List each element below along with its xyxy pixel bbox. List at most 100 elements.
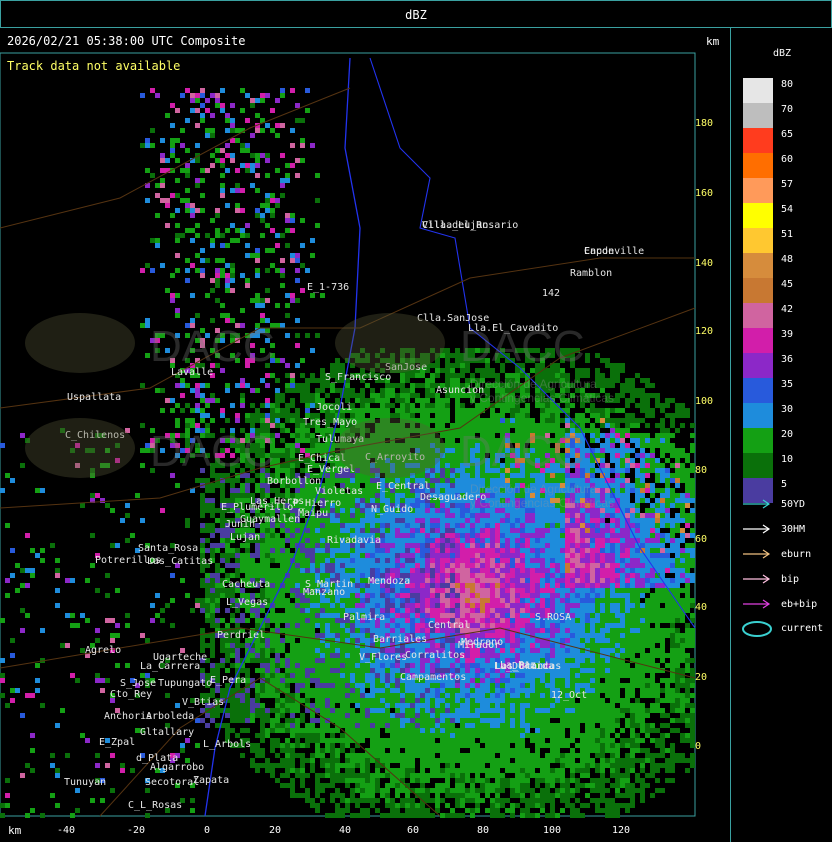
place-label: V_Btias <box>182 697 224 708</box>
place-label: Manzano <box>303 587 345 598</box>
current-legend-label: current <box>781 623 824 634</box>
y-tick-label: 180 <box>695 118 714 129</box>
legend-value: 65 <box>781 129 794 140</box>
y-tick-label: 160 <box>695 188 714 199</box>
track-legend-label: eb+bip <box>781 599 818 610</box>
place-label: Cto_Rey <box>110 689 152 700</box>
place-label: V_Flores <box>359 652 407 663</box>
legend-swatch <box>743 328 773 353</box>
place-label: Anchoris <box>104 711 152 722</box>
track-legend-item: 30HM <box>741 523 831 537</box>
place-label: Campamentos <box>400 672 466 683</box>
place-label: Arboleda <box>146 711 194 722</box>
track-legend-item: eb+bip <box>741 598 831 612</box>
place-label: Capdeville <box>584 246 644 257</box>
place-label: Guaymallen <box>240 514 300 525</box>
place-label: 142 <box>542 288 560 299</box>
place-label: La_Carrera <box>140 661 200 672</box>
place-label: Rivadavia <box>327 535 381 546</box>
place-label: Secotoral <box>145 777 199 788</box>
x-tick-label: 0 <box>203 825 211 836</box>
place-label: E_1-736 <box>307 282 349 293</box>
legend-swatch <box>743 378 773 403</box>
legend-swatch <box>743 128 773 153</box>
place-label: Borbollon <box>267 476 321 487</box>
place-label: L_Arbols <box>203 739 251 750</box>
legend-swatch <box>743 203 773 228</box>
place-label: 12_Oct <box>551 690 587 701</box>
place-label: S_Jose <box>120 678 156 689</box>
current-legend-item: current <box>741 621 831 637</box>
x-tick-label: -40 <box>56 825 76 836</box>
place-label: E_Plumerillo <box>221 502 293 513</box>
place-label: Tunuyan <box>64 777 106 788</box>
y-tick-label: 40 <box>695 602 708 613</box>
legend-swatch <box>743 153 773 178</box>
arrow-icon <box>743 524 771 534</box>
window-title: dBZ <box>405 8 427 22</box>
legend-value: 30 <box>781 404 794 415</box>
x-tick-label: 100 <box>542 825 562 836</box>
place-label: E_Pera <box>210 675 246 686</box>
legend-swatch <box>743 428 773 453</box>
legend-value: 48 <box>781 254 794 265</box>
legend-value: 20 <box>781 429 794 440</box>
place-label: Villa_Lujan <box>422 220 488 231</box>
x-tick-label: 20 <box>268 825 282 836</box>
track-legend-label: 30HM <box>781 524 806 535</box>
place-label: Uspallata <box>67 392 121 403</box>
place-label: Violetas <box>315 486 363 497</box>
place-label: Potrerillos <box>95 555 161 566</box>
radar-canvas[interactable]: Clla.del_RosarioEncon142E_1-736RamblonCl… <box>0 28 730 842</box>
x-tick-label: 40 <box>338 825 352 836</box>
place-label: Maipu <box>298 508 328 519</box>
arrow-icon <box>743 499 771 509</box>
place-label: Palmira <box>343 612 385 623</box>
track-legend-label: eburn <box>781 549 812 560</box>
place-label: Mirador <box>458 640 500 651</box>
x-tick-label: 60 <box>406 825 420 836</box>
arrow-icon <box>743 549 771 559</box>
legend-swatch <box>743 228 773 253</box>
y-tick-label: 0 <box>695 741 702 752</box>
radar-map[interactable]: Clla.del_Rosario Encon 142 E_1-736 Ramblon Cl… <box>0 28 730 842</box>
legend-swatch <box>743 78 773 103</box>
place-label: L_Vegas <box>226 597 268 608</box>
track-legend-item: 50YD <box>741 498 831 512</box>
legend-value: 51 <box>781 229 794 240</box>
place-label: C_L_Rosas <box>128 800 182 811</box>
place-label: E_Zpal <box>99 737 135 748</box>
place-label: Jocoli <box>316 402 352 413</box>
place-label: Corralitos <box>405 650 465 661</box>
legend-swatch <box>743 253 773 278</box>
km-label-bottom: km <box>8 824 22 837</box>
place-label: Barriales <box>373 634 427 645</box>
legend-value: 54 <box>781 204 794 215</box>
legend-value: 10 <box>781 454 794 465</box>
place-label: Perdriel <box>217 630 265 641</box>
track-legend-item: eburn <box>741 548 831 562</box>
place-label: Tupungato <box>158 678 212 689</box>
y-tick-label: 100 <box>695 396 714 407</box>
ellipse-icon <box>742 621 772 637</box>
legend-swatch <box>743 103 773 128</box>
place-label: Lujan <box>230 532 260 543</box>
track-legend-item: bip <box>741 573 831 587</box>
timestamp-label: 2026/02/21 05:38:00 UTC Composite <box>7 34 246 48</box>
legend-swatch <box>743 278 773 303</box>
legend-value: 39 <box>781 329 794 340</box>
y-tick-label: 120 <box>695 326 714 337</box>
x-tick-label: 80 <box>476 825 490 836</box>
place-label: Gltallary <box>140 727 194 738</box>
legend-panel: dBZ 80 70 65 60 57 54 51 48 45 42 39 36 35 30 20 10 5 50… <box>730 28 832 842</box>
x-tick-label: -20 <box>126 825 146 836</box>
y-tick-label: 140 <box>695 258 714 269</box>
y-tick-label: 20 <box>695 672 708 683</box>
arrow-icon <box>743 574 771 584</box>
track-legend-label: bip <box>781 574 800 585</box>
place-label: Las_Blancas <box>495 661 561 672</box>
place-label: Central <box>428 620 470 631</box>
arrow-icon <box>743 599 771 609</box>
place-label: Agrelo <box>85 645 121 656</box>
legend-swatch <box>743 353 773 378</box>
